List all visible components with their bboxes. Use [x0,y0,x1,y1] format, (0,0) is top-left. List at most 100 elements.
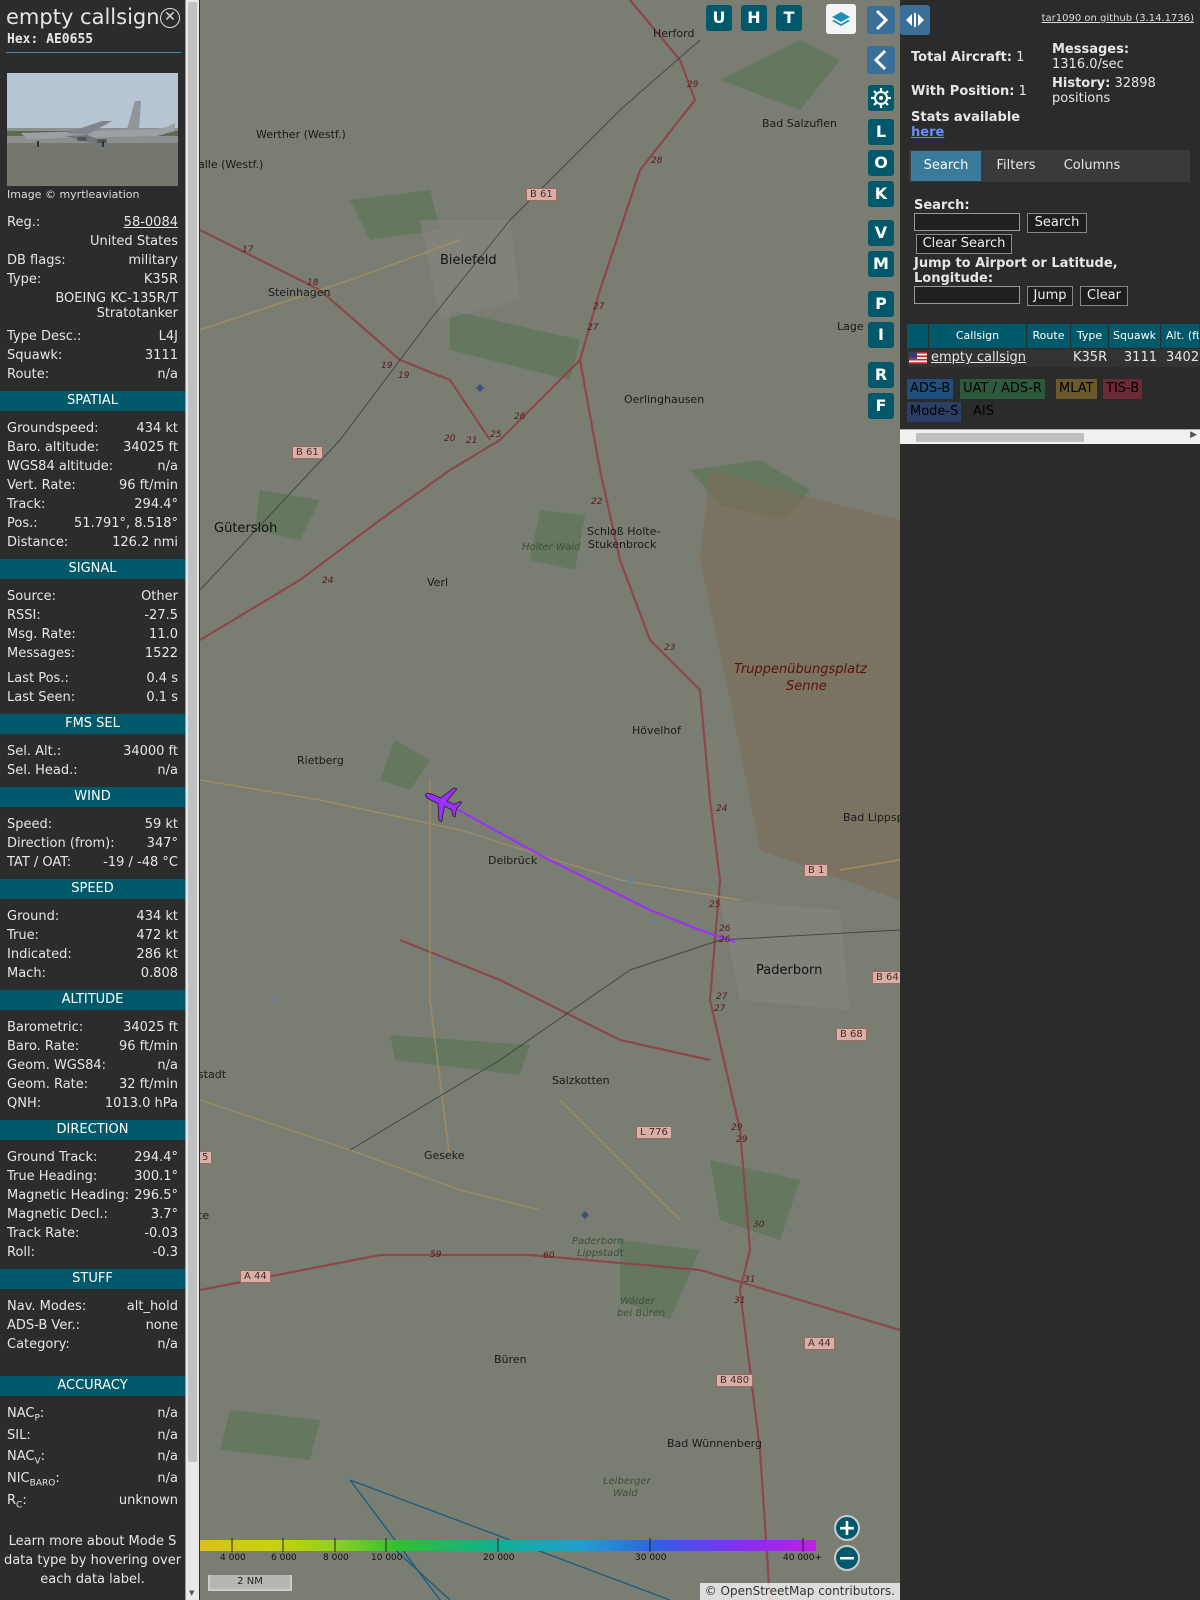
map-town-label: Lage [837,320,864,333]
scroll-right-arrow-icon[interactable]: ▶ [1190,430,1197,440]
type-desc-label: Type Desc.: [7,329,82,344]
legend-tick-label: 20 000 [483,1553,515,1563]
scroll-down-arrow-icon[interactable]: ▼ [189,1589,194,1597]
search-button[interactable]: Search [1027,213,1087,233]
field-label: Magnetic Heading: [7,1188,130,1203]
expand-sidebar-button[interactable] [867,6,895,34]
table-header-route[interactable]: Route [1027,324,1071,348]
field-value: 32 ft/min [118,1077,178,1092]
registration-link[interactable]: 58-0084 [124,214,178,231]
map-town-label: Büren [494,1353,527,1366]
road-shield: 5 [200,1151,213,1164]
scrollbar-thumb[interactable] [916,433,1084,442]
field-value: 34000 ft [123,744,178,759]
stats-link[interactable]: here [911,125,944,140]
table-cell-callsign[interactable]: empty callsign [929,349,1027,367]
nacp-value: n/a [157,1406,178,1421]
zoom-in-button[interactable]: + [834,1515,860,1541]
map-wood-label: Wald [613,1488,638,1499]
osm-link[interactable]: OpenStreetMap [721,1584,815,1598]
map-area-label: Senne [786,679,827,694]
road-number: 22 [591,497,603,507]
toggle-r-button[interactable]: R [868,362,894,388]
search-label: Search: [914,198,970,213]
toggle-p-button[interactable]: P [868,291,894,317]
chevron-left-icon [873,49,887,71]
us-flag-icon [907,349,929,367]
rc-label: RC: [7,1493,27,1511]
history-unit: positions [1052,91,1111,106]
selected-aircraft-panel: empty callsign ✕ Hex: AE0655 Image © myr… [0,0,185,1600]
jump-input[interactable] [914,286,1020,304]
map-canvas[interactable]: Herford Bad Salzuflen Werther (Westf.) a… [200,0,900,1600]
table-cell-route [1027,349,1071,367]
section-fms-sel: FMS SEL [0,714,185,734]
road-number: 29 [687,80,699,90]
info-panel-scrollbar[interactable]: ▲ ▼ [185,0,199,1600]
toggle-l-button[interactable]: L [868,119,894,145]
field-label: Geom. WGS84: [7,1058,107,1073]
table-horizontal-scrollbar[interactable]: ▶ [900,429,1200,444]
table-header-squawk[interactable]: Squawk [1109,324,1161,348]
field-label: Barometric: [7,1020,84,1035]
field-label: Speed: [7,817,53,832]
jump-button[interactable]: Jump [1027,286,1073,306]
map-town-label: Bad Salzuflen [762,117,837,130]
field-value: 34025 ft [123,440,178,455]
table-header-flag[interactable] [907,324,929,348]
road-number: 31 [734,1296,746,1306]
toggle-k-button[interactable]: K [868,181,894,207]
field-value: 300.1° [134,1169,178,1184]
field-label: Roll: [7,1245,36,1260]
zoom-out-button[interactable]: − [834,1545,860,1571]
badge-uat-adsr: UAT / ADS-R [960,379,1045,399]
road-shield: B 480 [716,1374,754,1387]
tab-filters[interactable]: Filters [983,151,1049,181]
messages-stat: Messages: [1052,42,1129,57]
map-town-label: Rietberg [297,754,344,767]
toggle-t-button[interactable]: T [776,5,802,31]
table-header-type[interactable]: Type [1071,324,1109,348]
toggle-i-button[interactable]: I [868,322,894,348]
layers-button[interactable] [826,4,856,34]
field-label: ADS-B Ver.: [7,1318,80,1333]
toggle-v-button[interactable]: V [868,220,894,246]
table-header-altitude[interactable]: Alt. (ft) [1161,324,1200,348]
toggle-u-button[interactable]: U [706,5,732,31]
map-airport-label: Paderborn [572,1236,624,1247]
field-value: alt_hold [126,1299,178,1314]
settings-button[interactable] [868,85,894,111]
tab-search[interactable]: Search [911,151,981,181]
map-town-label: Werther (Westf.) [256,128,346,141]
toggle-sidebar-width-button[interactable] [900,5,930,35]
route-value: n/a [157,367,178,382]
field-value: 0.1 s [146,690,178,705]
field-value: -19 / -48 °C [103,855,178,870]
tab-columns[interactable]: Columns [1051,151,1133,181]
badge-ais: AIS [973,404,994,419]
layers-icon [832,12,850,26]
toggle-m-button[interactable]: M [868,251,894,277]
collapse-sidebar-button[interactable] [867,46,895,74]
table-cell-altitude: 34025 [1161,349,1200,367]
clear-button[interactable]: Clear [1080,286,1128,306]
field-label: True Heading: [7,1169,98,1184]
toggle-h-button[interactable]: H [741,5,767,31]
field-label: True: [7,928,39,943]
section-altitude: ALTITUDE [0,990,185,1010]
scrollbar-thumb[interactable] [188,2,197,1462]
squawk-value: 3111 [144,348,178,363]
close-icon[interactable]: ✕ [160,8,180,28]
road-shield: L 776 [636,1126,672,1139]
type-full-line-2: Stratotanker [96,306,178,321]
aircraft-photo[interactable] [7,73,178,186]
map-town-label: Gütersloh [214,521,278,536]
table-header-callsign[interactable]: Callsign [929,324,1027,348]
clear-search-button[interactable]: Clear Search [916,234,1012,254]
map-wood-label: Leiberger [603,1476,651,1487]
search-input[interactable] [914,213,1020,231]
toggle-o-button[interactable]: O [868,150,894,176]
github-link[interactable]: tar1090 on github (3.14.1736) [1042,13,1194,24]
field-value: 96 ft/min [118,478,178,493]
toggle-f-button[interactable]: F [868,393,894,419]
